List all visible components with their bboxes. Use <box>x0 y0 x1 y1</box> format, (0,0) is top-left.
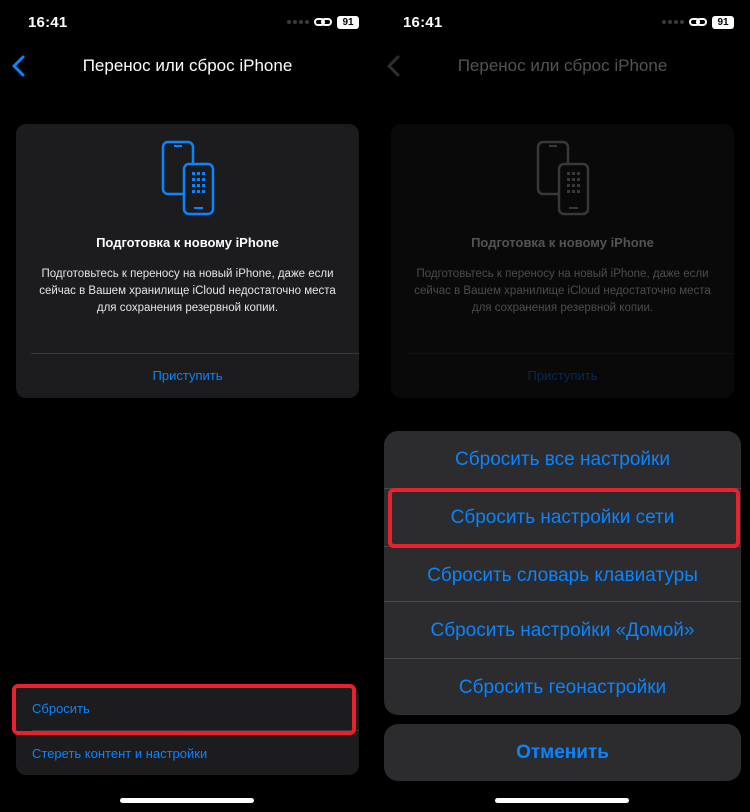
two-phones-icon <box>536 140 590 216</box>
nav-bar: Перенос или сброс iPhone <box>375 44 750 88</box>
status-icons: 91 <box>662 14 734 30</box>
highlight-reset <box>12 684 356 735</box>
prepare-card: Подготовка к новому iPhone Подготовьтесь… <box>16 124 359 398</box>
erase-all-button[interactable]: Стереть контент и настройки <box>16 731 359 775</box>
signal-icon <box>662 20 684 24</box>
highlight-network-reset <box>388 488 740 548</box>
card-title: Подготовка к новому iPhone <box>471 235 654 250</box>
right-screen: 16:41 91 Перенос или сброс iPhone Подгот… <box>375 0 750 812</box>
battery-icon: 91 <box>337 15 359 29</box>
home-indicator <box>120 798 254 803</box>
card-description: Подготовьтесь к переносу на новый iPhone… <box>414 268 711 314</box>
status-time: 16:41 <box>28 14 68 31</box>
home-indicator <box>495 798 629 803</box>
personal-hotspot-icon <box>314 18 332 26</box>
page-title: Перенос или сброс iPhone <box>82 56 293 75</box>
prepare-card: Подготовка к новому iPhone Подготовьтесь… <box>391 124 734 398</box>
two-phones-icon <box>161 140 215 216</box>
reset-all-settings-option[interactable]: Сбросить все настройки <box>384 431 741 488</box>
status-icons: 91 <box>287 14 359 30</box>
reset-location-option[interactable]: Сбросить геонастройки <box>384 659 741 715</box>
page-title: Перенос или сброс iPhone <box>457 56 668 75</box>
get-started-button[interactable]: Приступить <box>16 368 359 383</box>
personal-hotspot-icon <box>689 18 707 26</box>
nav-bar: Перенос или сброс iPhone <box>0 44 375 88</box>
card-divider <box>406 353 734 354</box>
cancel-button[interactable]: Отменить <box>384 724 741 781</box>
get-started-button[interactable]: Приступить <box>391 368 734 383</box>
action-sheet: Сбросить все настройки Сбросить настройк… <box>384 431 741 715</box>
card-title: Подготовка к новому iPhone <box>96 235 279 250</box>
reset-home-screen-option[interactable]: Сбросить настройки «Домой» <box>384 602 741 659</box>
status-time: 16:41 <box>403 14 443 31</box>
battery-icon: 91 <box>712 15 734 29</box>
left-screen: 16:41 91 Перенос или сброс iPhone Подгот… <box>0 0 375 812</box>
card-description: Подготовьтесь к переносу на новый iPhone… <box>39 268 336 314</box>
reset-keyboard-dictionary-option[interactable]: Сбросить словарь клавиатуры <box>384 547 741 604</box>
card-divider <box>31 353 359 354</box>
signal-icon <box>287 20 309 24</box>
status-bar: 16:41 91 <box>375 0 750 46</box>
status-bar: 16:41 91 <box>0 0 375 46</box>
